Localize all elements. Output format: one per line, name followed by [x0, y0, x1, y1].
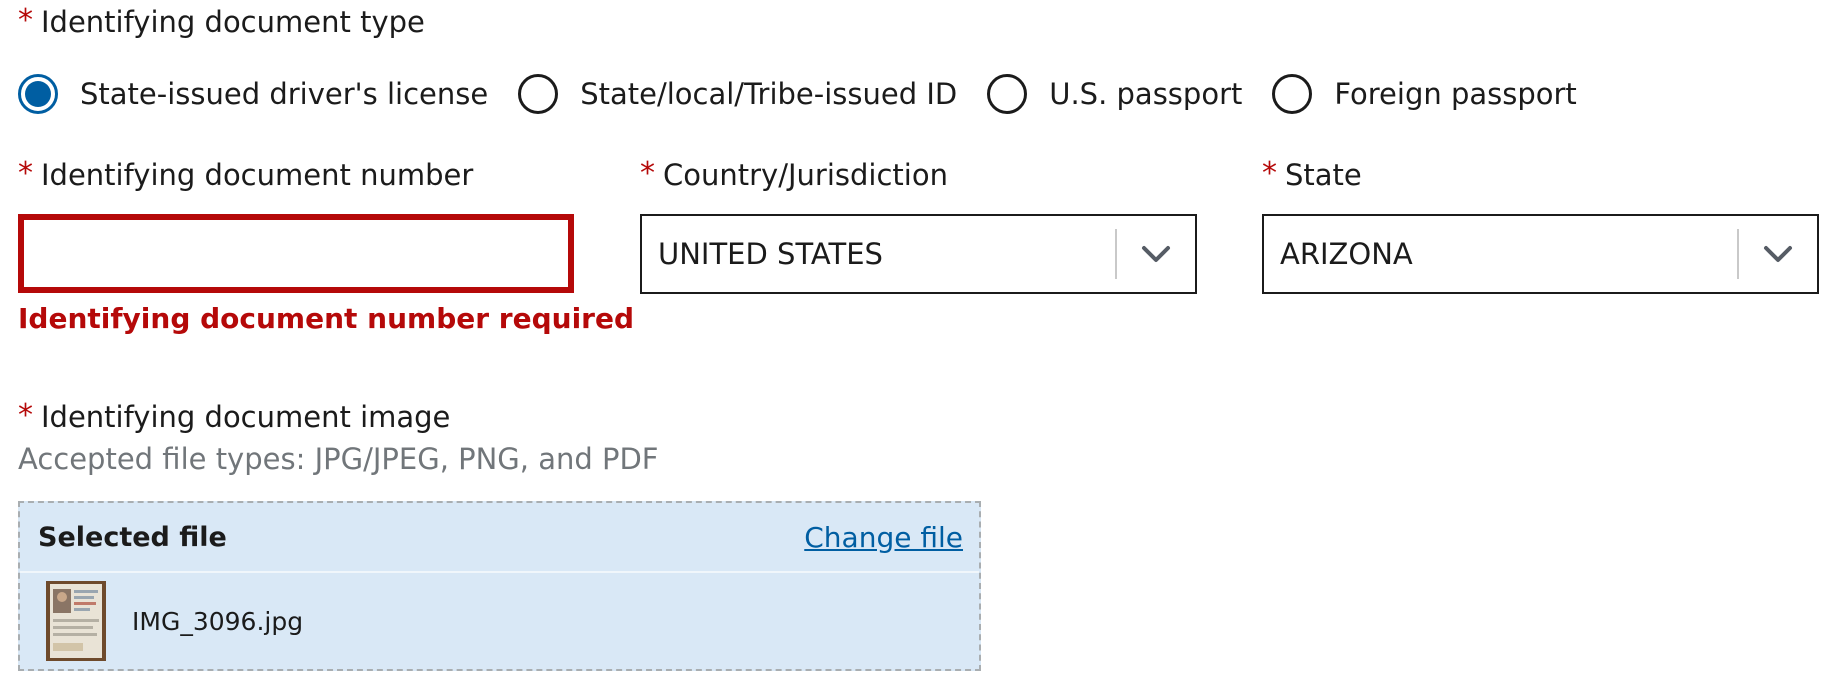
state-selected-value[interactable]: ARIZONA	[1264, 237, 1737, 271]
country-selected-value[interactable]: UNITED STATES	[642, 237, 1115, 271]
selected-file-row: IMG_3096.jpg	[20, 573, 979, 669]
radio-label-state-id[interactable]: State/local/Tribe-issued ID	[580, 77, 957, 111]
radio-label-drivers-license[interactable]: State-issued driver's license	[80, 77, 488, 111]
doc-number-input[interactable]	[18, 214, 574, 293]
country-select[interactable]: UNITED STATES	[640, 214, 1197, 294]
required-marker: *	[640, 156, 655, 191]
chevron-down-icon[interactable]	[1117, 216, 1195, 292]
selected-file-name: IMG_3096.jpg	[132, 606, 304, 636]
state-select[interactable]: ARIZONA	[1262, 214, 1819, 294]
file-thumbnail-icon	[46, 581, 106, 661]
change-file-link[interactable]: Change file	[804, 521, 963, 554]
doc-number-error-message: Identifying document number required	[18, 302, 635, 335]
file-box-header: Selected file Change file	[20, 503, 979, 573]
chevron-down-icon[interactable]	[1739, 216, 1817, 292]
file-types-hint: Accepted file types: JPG/JPEG, PNG, and …	[18, 442, 659, 476]
radio-option-foreign-passport[interactable]: Foreign passport	[1272, 74, 1577, 114]
radio-button-checked[interactable]	[18, 74, 58, 114]
radio-option-state-id[interactable]: State/local/Tribe-issued ID	[518, 74, 957, 114]
doc-image-label-text: Identifying document image	[41, 400, 451, 434]
country-label-text: Country/Jurisdiction	[663, 158, 948, 192]
required-marker: *	[18, 398, 33, 433]
radio-button[interactable]	[1272, 74, 1313, 114]
radio-label-foreign-passport[interactable]: Foreign passport	[1334, 77, 1576, 111]
radio-label-us-passport[interactable]: U.S. passport	[1049, 77, 1242, 111]
doc-type-radio-group: State-issued driver's license State/loca…	[18, 71, 1607, 117]
doc-number-label: * Identifying document number	[18, 156, 474, 194]
state-label-text: State	[1285, 158, 1362, 192]
doc-type-label-text: Identifying document type	[41, 5, 425, 39]
doc-number-label-text: Identifying document number	[41, 158, 474, 192]
radio-button[interactable]	[987, 74, 1028, 114]
radio-option-drivers-license[interactable]: State-issued driver's license	[18, 74, 488, 114]
required-marker: *	[18, 3, 33, 38]
radio-option-us-passport[interactable]: U.S. passport	[987, 74, 1242, 114]
radio-button[interactable]	[518, 74, 559, 114]
state-label: * State	[1262, 156, 1362, 194]
doc-image-label: * Identifying document image	[18, 398, 451, 436]
country-label: * Country/Jurisdiction	[640, 156, 948, 194]
doc-type-label: * Identifying document type	[18, 3, 425, 41]
required-marker: *	[1262, 156, 1277, 191]
file-upload-box[interactable]: Selected file Change file IMG_3096.jpg	[18, 501, 981, 671]
selected-file-heading: Selected file	[38, 521, 227, 553]
required-marker: *	[18, 156, 33, 191]
